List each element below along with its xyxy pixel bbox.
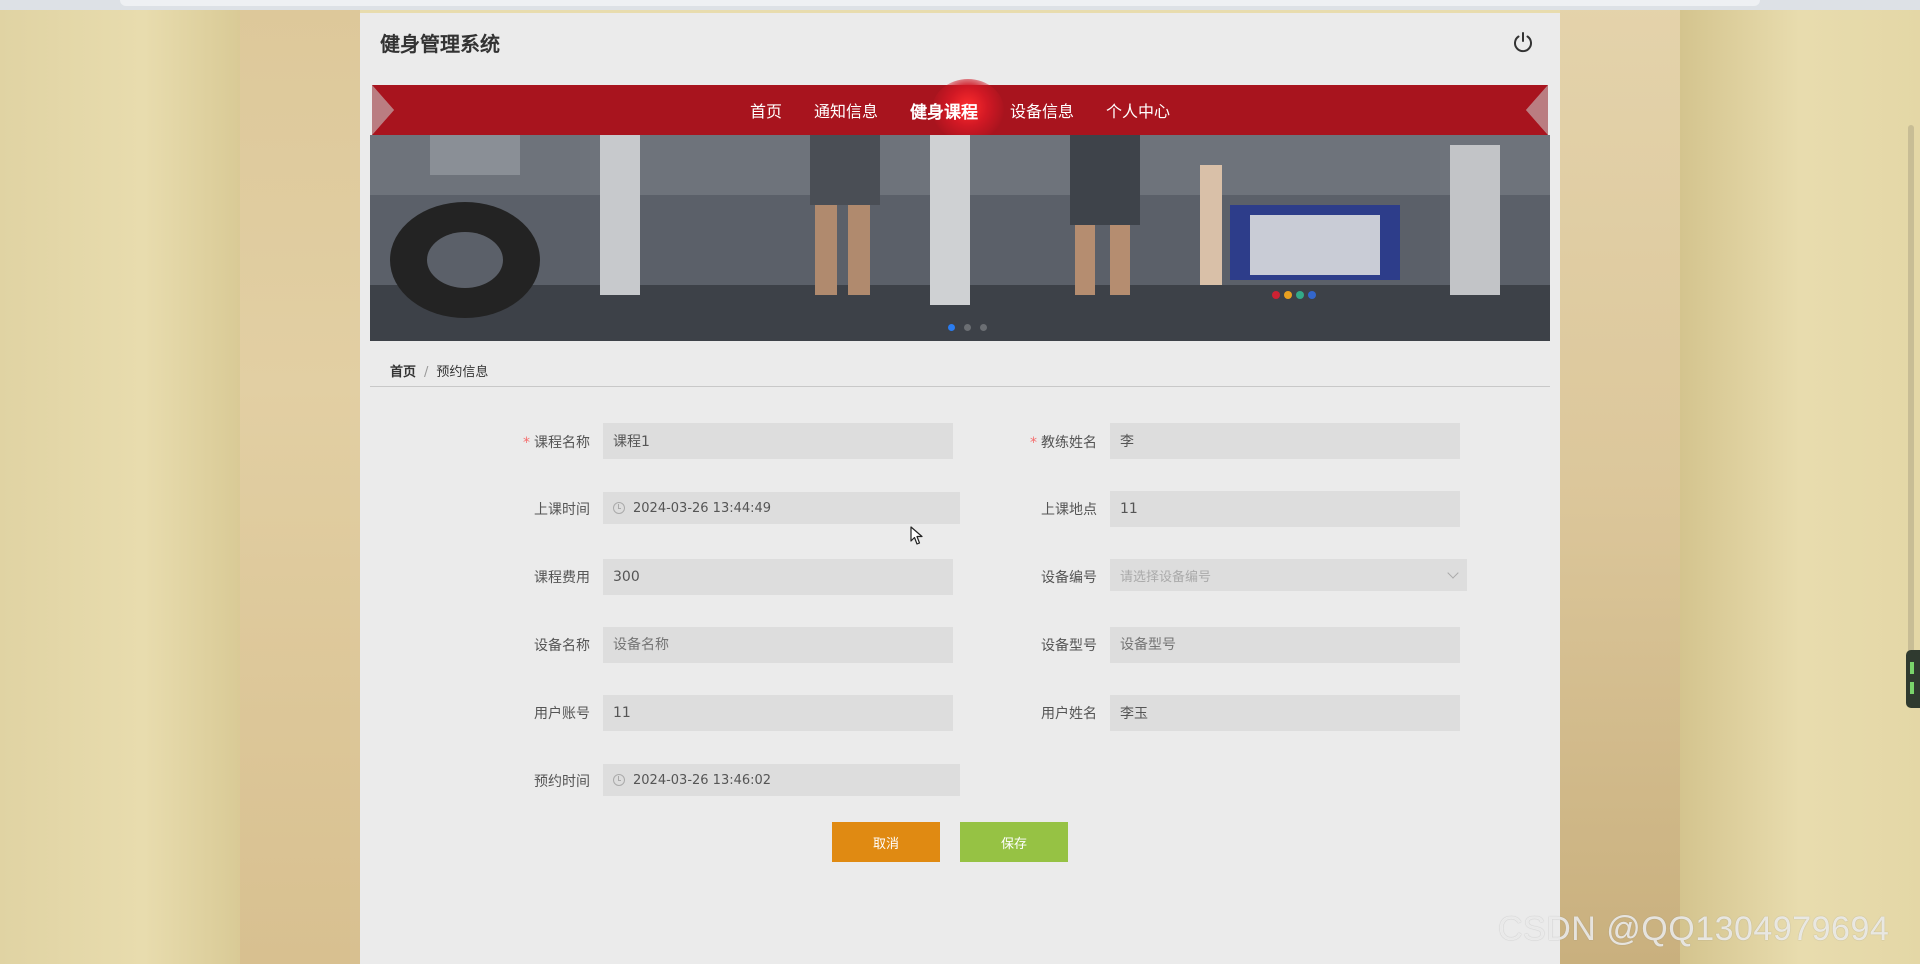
device-no-placeholder: 请选择设备编号	[1120, 569, 1212, 585]
booking-time-value: 2024-03-26 13:46:02	[633, 772, 772, 788]
user-account-label: 用户账号	[534, 706, 590, 722]
nav-item-fitness-courses[interactable]: 健身课程	[894, 98, 994, 123]
coach-name-label: * 教练姓名	[1030, 435, 1097, 451]
course-name-input[interactable]	[603, 423, 953, 459]
clock-icon	[613, 774, 625, 786]
breadcrumb-home[interactable]: 首页	[390, 365, 416, 380]
class-time-value: 2024-03-26 13:44:49	[633, 500, 772, 516]
device-no-select[interactable]: 请选择设备编号	[1110, 559, 1467, 591]
required-mark: *	[1030, 435, 1037, 451]
booking-time-picker[interactable]: 2024-03-26 13:46:02	[603, 764, 960, 796]
page-scrollbar[interactable]	[1908, 125, 1914, 685]
carousel-dots	[948, 324, 987, 331]
mouse-cursor-icon	[910, 526, 924, 550]
gym-banner-image	[370, 135, 1550, 341]
main-navigation: 首页 通知信息 健身课程 设备信息 个人中心	[372, 79, 1548, 141]
booking-time-label: 预约时间	[534, 774, 590, 790]
class-time-label: 上课时间	[534, 502, 590, 518]
class-time-picker[interactable]: 2024-03-26 13:44:49	[603, 492, 960, 524]
class-location-label: 上课地点	[1041, 502, 1097, 518]
device-name-label: 设备名称	[534, 638, 590, 654]
power-icon[interactable]	[1510, 29, 1536, 55]
nav-item-home[interactable]: 首页	[734, 98, 798, 122]
required-mark: *	[523, 435, 530, 451]
chevron-down-icon	[1447, 567, 1459, 579]
course-fee-input[interactable]	[603, 559, 953, 595]
breadcrumb-divider	[370, 386, 1550, 387]
class-location-input[interactable]	[1110, 491, 1460, 527]
browser-address-bar-edge	[120, 0, 1760, 6]
wood-texture-right	[1560, 0, 1680, 964]
device-no-label: 设备编号	[1041, 570, 1097, 586]
course-name-label: * 课程名称	[523, 435, 590, 451]
save-button[interactable]: 保存	[960, 822, 1068, 862]
user-name-label: 用户姓名	[1041, 706, 1097, 722]
device-name-input[interactable]	[603, 627, 953, 663]
carousel-dot-3[interactable]	[980, 324, 987, 331]
nav-item-equipment[interactable]: 设备信息	[994, 98, 1090, 122]
coach-name-input[interactable]	[1110, 423, 1460, 459]
user-name-input[interactable]	[1110, 695, 1460, 731]
site-title: 健身管理系统	[380, 32, 500, 56]
side-widget-icon[interactable]	[1906, 650, 1920, 708]
nav-item-personal-center[interactable]: 个人中心	[1090, 98, 1186, 122]
nav-items: 首页 通知信息 健身课程 设备信息 个人中心	[372, 85, 1548, 135]
nav-item-notices[interactable]: 通知信息	[798, 98, 894, 122]
device-model-label: 设备型号	[1041, 638, 1097, 654]
cancel-button[interactable]: 取消	[832, 822, 940, 862]
browser-toolbar-edge	[0, 0, 1920, 10]
user-account-input[interactable]	[603, 695, 953, 731]
breadcrumb: 首页 / 预约信息	[390, 361, 488, 380]
page-background-right	[1680, 0, 1920, 964]
carousel-dot-1[interactable]	[948, 324, 955, 331]
device-model-input[interactable]	[1110, 627, 1460, 663]
clock-icon	[613, 502, 625, 514]
wood-texture-left	[240, 0, 360, 964]
course-fee-label: 课程费用	[534, 570, 590, 586]
breadcrumb-separator: /	[424, 365, 429, 380]
banner-carousel[interactable]	[370, 135, 1550, 341]
breadcrumb-current: 预约信息	[436, 365, 489, 380]
carousel-dot-2[interactable]	[964, 324, 971, 331]
watermark: CSDN @QQ1304979694	[1498, 910, 1890, 948]
page-background-left	[0, 0, 240, 964]
main-panel: 健身管理系统 首页 通知信息 健身课程 设备信息 个人中心 首页 / 预约信息 …	[360, 13, 1560, 964]
